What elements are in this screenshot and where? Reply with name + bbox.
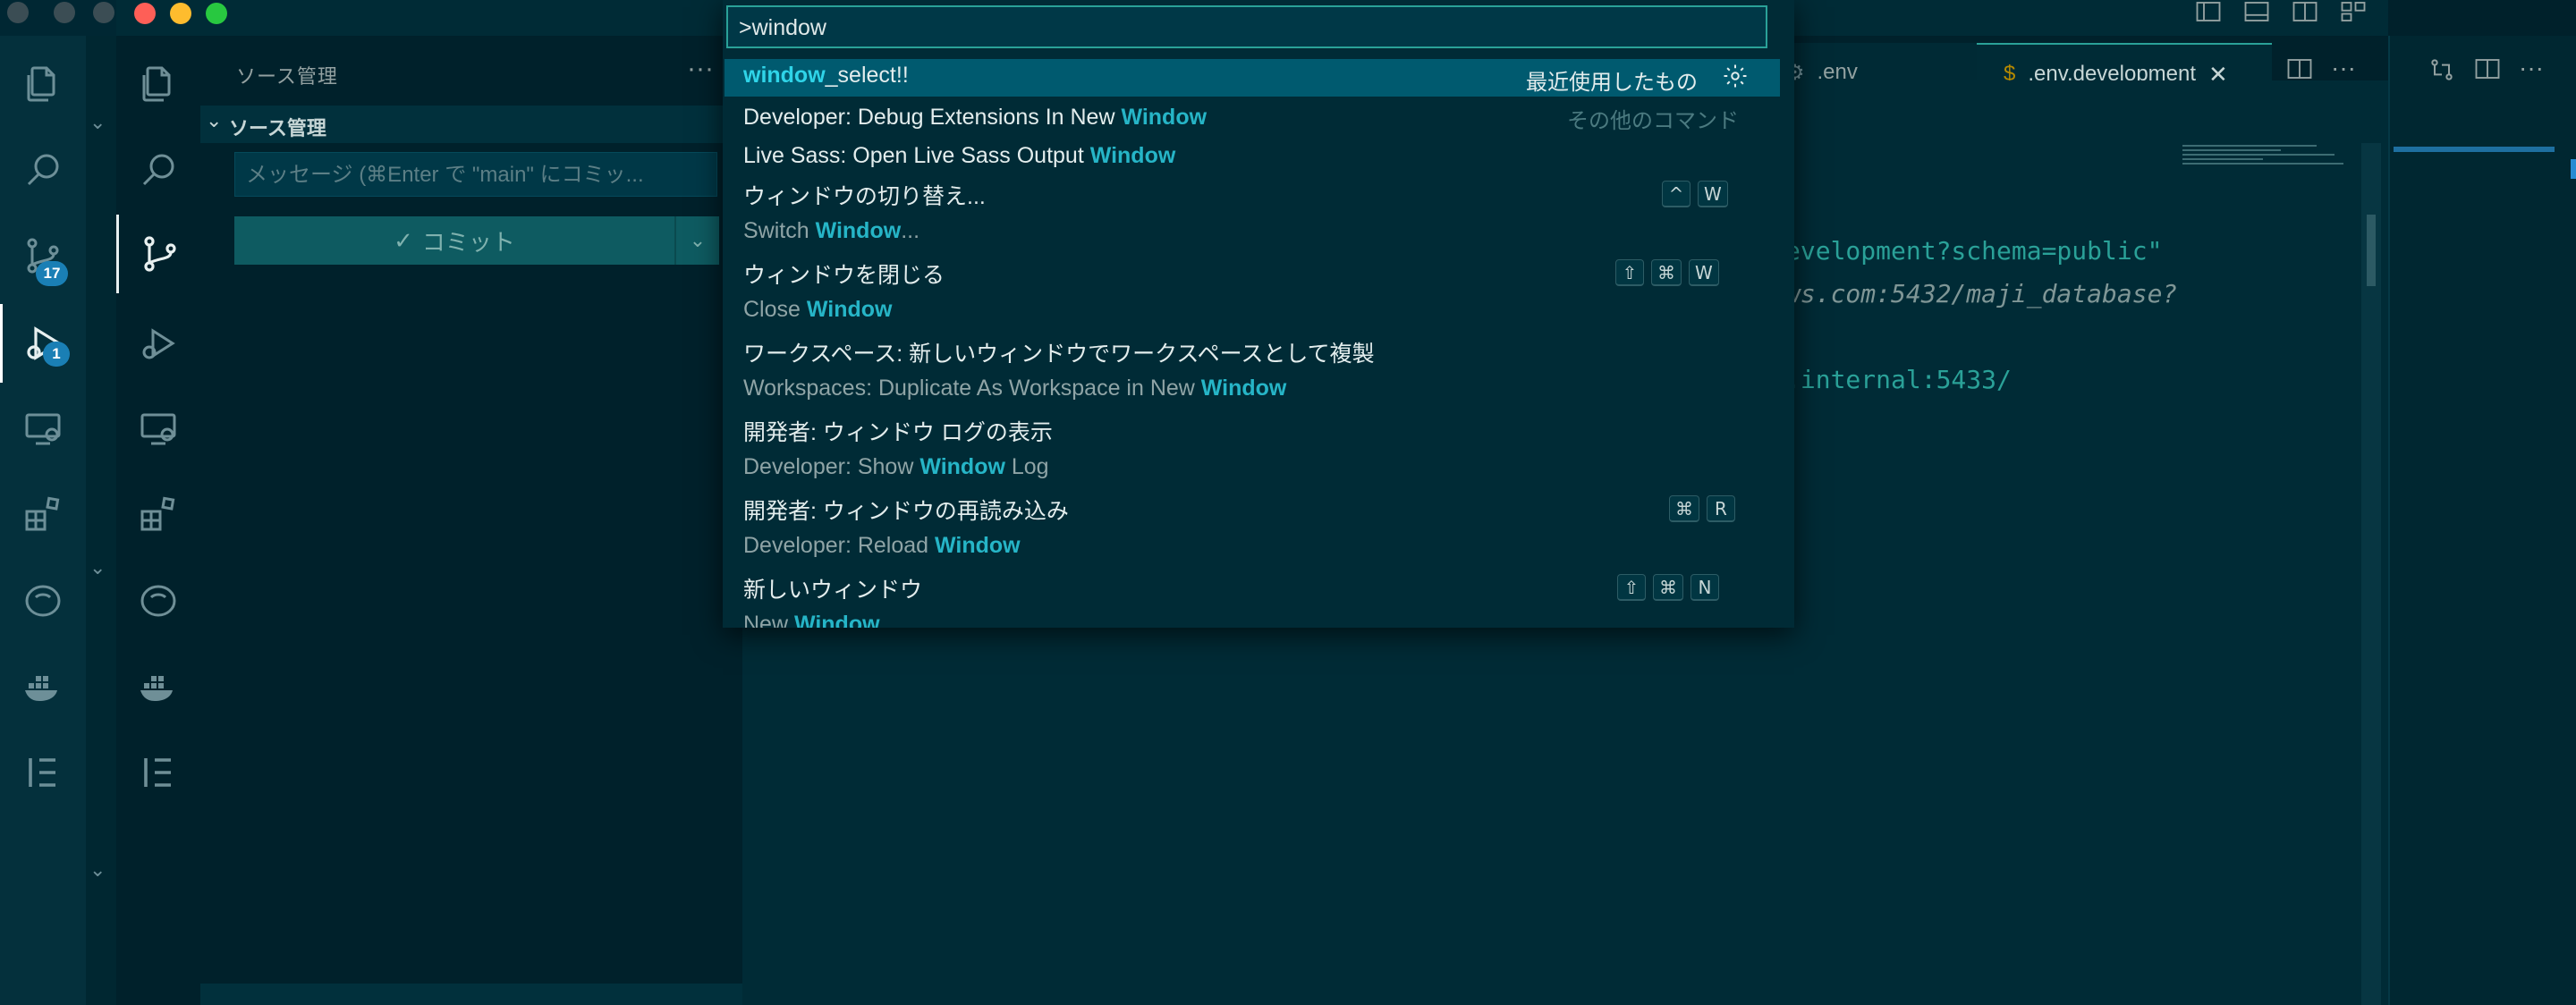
minimap[interactable] [2182,143,2361,179]
key: ⌘ [1653,574,1683,601]
match-text: window [743,63,826,88]
check-icon: ✓ [394,226,413,254]
key: ⇧ [1617,574,1646,601]
key: ⌘ [1669,495,1699,522]
key: ^ [1662,181,1690,207]
item-subtitle: Developer: Show Window Log [743,454,1049,479]
item-title: ウィンドウの切り替え... [743,184,986,209]
minimap-selection [2394,147,2555,152]
explorer-icon[interactable] [116,52,200,116]
sidebar-title: ソース管理 [236,65,338,88]
commit-dropdown-button[interactable]: ⌄ [674,216,719,265]
bg-maximize-icon [93,2,114,23]
key: W [1698,181,1728,207]
command-item[interactable]: window_select!! [743,63,909,89]
toggle-secondary-sidebar-icon[interactable] [2292,0,2327,25]
more-actions-icon[interactable]: ··· [2331,54,2356,82]
commit-button[interactable]: ✓ コミット [234,216,674,265]
command-item[interactable]: Developer: Debug Extensions In New Windo… [743,105,1207,131]
bg-search-icon [0,138,86,202]
bg-minimize-icon [54,2,75,23]
bg-chevron-down-icon: ⌄ [89,858,106,881]
match-text: Window [1121,105,1208,130]
commit-message-input[interactable]: メッセージ (⌘Enter で "main" にコミッ... [234,152,717,197]
database-icon[interactable] [116,569,200,633]
keybinding: ^ W [1662,181,1728,207]
bg-docker-icon [0,655,86,719]
window-close-icon[interactable] [134,3,156,24]
extensions-icon[interactable] [116,483,200,547]
window-minimize-icon[interactable] [170,3,191,24]
key: ⌘ [1651,259,1682,286]
toggle-panel-icon[interactable] [2243,0,2279,25]
code-line: evelopment?schema=public" [1785,236,2163,266]
bg-run-debug-badge: 1 [43,342,70,367]
bg-outline-icon [0,740,86,805]
code-line: .internal:5433/ [1785,365,2012,394]
section-title: ソース管理 [229,117,326,139]
keybinding: ⇧ ⌘ N [1617,574,1719,601]
item-subtitle: Workspaces: Duplicate As Workspace in Ne… [743,376,1287,401]
gear-icon[interactable] [1722,63,1749,94]
remote-explorer-icon[interactable] [116,397,200,461]
keybinding: ⇧ ⌘ W [1615,259,1719,286]
bg-files-icon [0,52,86,116]
item-text: Developer: Debug Extensions In New [743,105,1122,130]
toggle-primary-sidebar-icon[interactable] [2195,0,2231,25]
bg-chevron-down-icon: ⌄ [89,556,106,579]
bg-close-icon [7,2,29,23]
item-title: 開発者: ウィンドウ ログの表示 [743,420,1053,445]
sidebar-footer [200,984,742,1005]
command-palette-input[interactable]: >window [726,5,1767,48]
run-debug-icon[interactable] [116,311,200,376]
item-title: 開発者: ウィンドウの再読み込み [743,499,1069,524]
window-maximize-icon[interactable] [206,3,227,24]
bg-extensions-icon [0,483,86,547]
key: N [1690,574,1719,601]
scroll-indicator [2571,159,2576,179]
commit-button-label: コミット [421,228,515,256]
item-subtitle: Switch Window... [743,218,920,243]
bg-run-debug-icon [0,304,86,383]
command-item[interactable]: 開発者: ウィンドウ ログの表示 Developer: Show Window … [743,415,1772,486]
command-item[interactable]: ウィンドウの切り替え... Switch Window... [743,179,1772,250]
item-title: ワークスペース: 新しいウィンドウでワークスペースとして複製 [743,342,1375,367]
more-actions-icon[interactable]: ··· [2519,54,2544,82]
outline-icon[interactable] [116,740,200,805]
item-text: Live Sass: Open Live Sass Output [743,143,1090,168]
item-subtitle: Developer: Reload Window [743,533,1021,558]
more-actions-icon[interactable]: ··· [687,54,714,84]
key: R [1707,495,1735,522]
match-text: Window [1089,143,1176,168]
compare-changes-icon[interactable] [2428,55,2456,89]
search-icon[interactable] [116,138,200,202]
split-editor-right-icon[interactable] [2474,57,2501,85]
command-item[interactable]: Live Sass: Open Live Sass Output Window [743,143,1175,169]
secondary-sidebar [2388,36,2576,1005]
key: ⇧ [1615,259,1644,286]
source-control-icon[interactable] [116,215,200,293]
docker-icon[interactable] [116,655,200,719]
item-subtitle: Close Window [743,297,893,322]
command-item[interactable]: 開発者: ウィンドウの再読み込み Developer: Reload Windo… [743,494,1772,565]
keybinding: ⌘ R [1669,495,1735,522]
chevron-down-icon: ⌄ [689,229,707,251]
code-line: ws.com:5432/maji_database? [1785,279,2178,308]
bg-remote-explorer-icon [0,397,86,461]
chevron-down-icon[interactable]: ⌄ [206,109,222,132]
bg-source-control-badge: 17 [36,261,68,286]
item-subtitle: New Window [743,612,880,628]
recently-used-label: 最近使用したもの [1526,71,1698,95]
other-commands-label: その他のコマンド [1567,109,1739,133]
bg-chevron-down-icon: ⌄ [89,111,106,133]
bg-database-icon [0,569,86,633]
customize-layout-icon[interactable] [2340,0,2376,25]
command-item[interactable]: ワークスペース: 新しいウィンドウでワークスペースとして複製 Workspace… [743,336,1772,408]
key: W [1689,259,1719,286]
item-text: _select!! [825,63,909,88]
scrollbar-thumb[interactable] [2367,215,2376,286]
